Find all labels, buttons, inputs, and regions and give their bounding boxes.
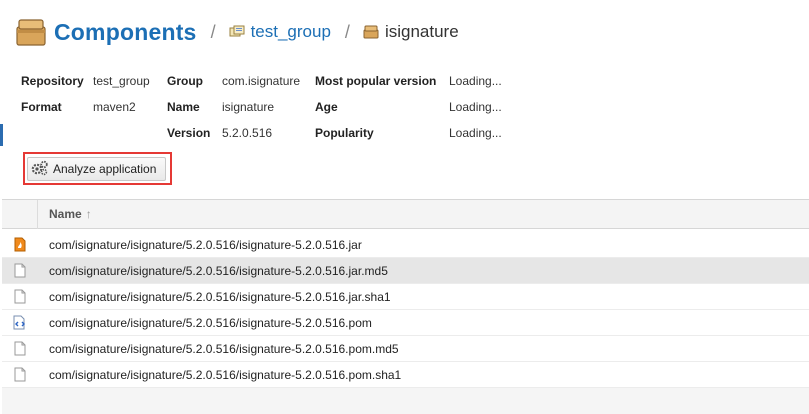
jar-file-icon — [2, 237, 38, 252]
table-row[interactable]: com/isignature/isignature/5.2.0.516/isig… — [2, 258, 809, 284]
breadcrumb-group-link[interactable]: test_group — [251, 22, 331, 42]
page-title[interactable]: Components — [54, 19, 197, 46]
most-popular-version-label: Most popular version — [315, 74, 437, 88]
analyze-application-label: Analyze application — [53, 162, 157, 176]
age-label: Age — [315, 100, 338, 114]
format-label: Format — [21, 100, 62, 114]
breadcrumb-separator: / — [210, 21, 216, 42]
asset-grid: Name ↑ com/isignature/isignature/5.2.0.5… — [2, 199, 809, 414]
table-row[interactable]: com/isignature/isignature/5.2.0.516/isig… — [2, 284, 809, 310]
age-value: Loading... — [449, 100, 502, 114]
file-name: com/isignature/isignature/5.2.0.516/isig… — [49, 237, 362, 252]
group-value: com.isignature — [222, 74, 301, 88]
left-edge-marker — [0, 124, 3, 146]
file-name: com/isignature/isignature/5.2.0.516/isig… — [49, 263, 388, 278]
group-icon — [229, 25, 245, 39]
file-icon — [2, 263, 38, 278]
version-label: Version — [167, 126, 211, 140]
file-icon — [2, 367, 38, 382]
name-column-header[interactable]: Name ↑ — [38, 207, 92, 221]
table-row[interactable]: com/isignature/isignature/5.2.0.516/isig… — [2, 232, 809, 258]
grid-body: com/isignature/isignature/5.2.0.516/isig… — [2, 229, 809, 388]
popularity-label: Popularity — [315, 126, 374, 140]
name-column-label: Name — [49, 207, 82, 221]
file-icon — [2, 289, 38, 304]
name-label: Name — [167, 100, 200, 114]
xml-file-icon — [2, 315, 38, 330]
repository-value: test_group — [93, 74, 150, 88]
file-name: com/isignature/isignature/5.2.0.516/isig… — [49, 367, 402, 382]
gears-icon — [31, 160, 53, 179]
file-name: com/isignature/isignature/5.2.0.516/isig… — [49, 315, 372, 330]
group-label: Group — [167, 74, 203, 88]
format-value: maven2 — [93, 100, 136, 114]
version-value: 5.2.0.516 — [222, 126, 273, 140]
file-name: com/isignature/isignature/5.2.0.516/isig… — [49, 289, 391, 304]
file-name: com/isignature/isignature/5.2.0.516/isig… — [49, 341, 399, 356]
grid-header: Name ↑ — [2, 199, 809, 229]
most-popular-version-value: Loading... — [449, 74, 502, 88]
icon-column-header — [2, 199, 38, 229]
breadcrumb-current: isignature — [384, 22, 459, 41]
file-icon — [2, 341, 38, 356]
analyze-application-button[interactable]: Analyze application — [27, 157, 166, 181]
sort-ascending-icon: ↑ — [85, 207, 92, 221]
breadcrumb: Components / test_group / isignature — [16, 12, 459, 52]
component-icon — [363, 25, 379, 39]
breadcrumb-separator: / — [344, 21, 350, 42]
table-row[interactable]: com/isignature/isignature/5.2.0.516/isig… — [2, 310, 809, 336]
table-row[interactable]: com/isignature/isignature/5.2.0.516/isig… — [2, 336, 809, 362]
box-icon — [16, 18, 46, 46]
name-value: isignature — [222, 100, 275, 114]
repository-label: Repository — [21, 74, 84, 88]
table-row[interactable]: com/isignature/isignature/5.2.0.516/isig… — [2, 362, 809, 388]
popularity-value: Loading... — [449, 126, 502, 140]
